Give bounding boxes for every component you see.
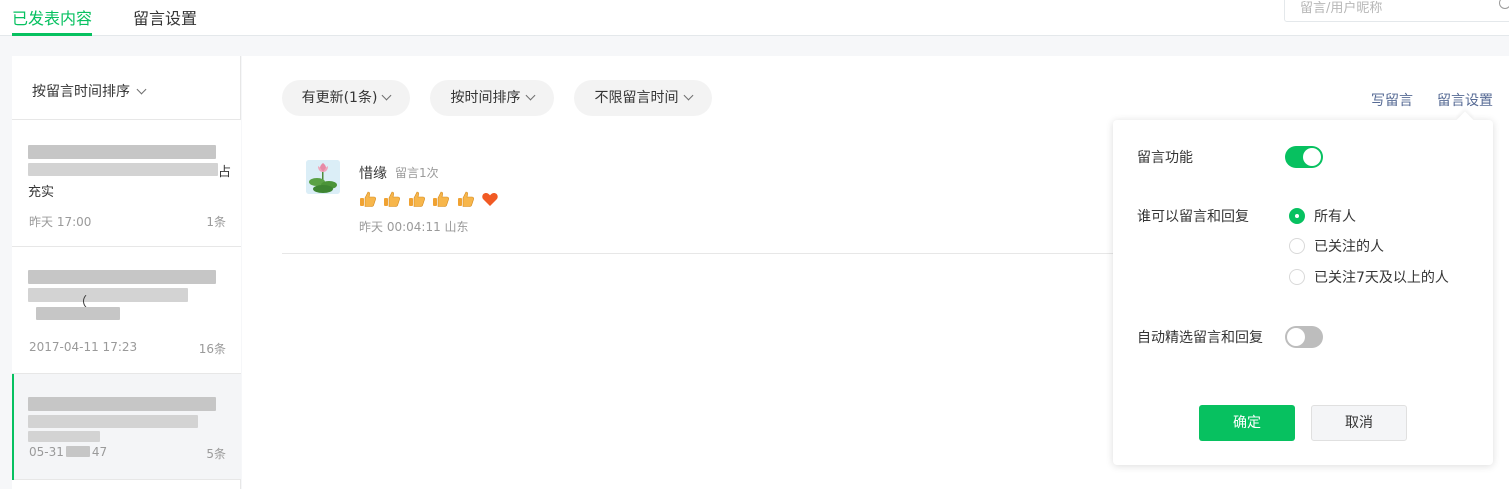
chevron-down-icon	[136, 84, 147, 95]
who-can-comment-label: 谁可以留言和回复	[1137, 209, 1249, 225]
filter-time-dropdown[interactable]: 不限留言时间	[574, 80, 712, 116]
blurred-title	[28, 397, 216, 411]
article-item[interactable]: 占 充实 昨天 17:00 1条	[12, 120, 241, 247]
blurred-title	[28, 270, 216, 284]
article-item[interactable]: （ 2017-04-11 17:23 16条	[12, 247, 241, 374]
cancel-button[interactable]: 取消	[1311, 405, 1407, 441]
comment-feature-label: 留言功能	[1137, 150, 1193, 166]
article-comment-count: 1条	[206, 215, 226, 229]
thumbs-up-icon	[360, 191, 376, 207]
chevron-down-icon	[683, 90, 693, 101]
article-item-active[interactable]: 05-31 47 5条	[12, 374, 241, 480]
article-title-fragment: 占	[218, 165, 232, 180]
article-list: 按留言时间排序 占 充实 昨天 17:00 1条 （ 2017-04-11 17…	[12, 56, 241, 489]
tab-comment-settings[interactable]: 留言设置	[133, 8, 197, 30]
article-comment-count: 16条	[198, 342, 226, 356]
comment-feature-toggle[interactable]	[1285, 146, 1323, 168]
article-comment-count: 5条	[206, 447, 226, 461]
comment-content	[359, 190, 501, 208]
comment-settings-link[interactable]: 留言设置	[1437, 90, 1493, 110]
comment-meta: 昨天 00:04:11 山东	[359, 220, 469, 234]
search-icon[interactable]	[1499, 0, 1509, 9]
filter-updates-dropdown[interactable]: 有更新(1条)	[282, 80, 410, 116]
article-date: 2017-04-11 17:23	[29, 340, 138, 354]
radio-label: 已关注7天及以上的人	[1314, 270, 1449, 286]
blurred-title	[28, 415, 198, 428]
filter-updates-label: 有更新(1条)	[301, 90, 378, 106]
chevron-down-icon	[381, 90, 392, 101]
article-date-visible: 05-31	[29, 445, 64, 459]
article-date: 昨天 17:00	[29, 215, 92, 229]
heart-icon	[482, 193, 498, 206]
filter-sort-dropdown[interactable]: 按时间排序	[430, 80, 554, 116]
auto-select-toggle[interactable]	[1285, 326, 1323, 348]
filter-sort-label: 按时间排序	[450, 90, 521, 106]
lotus-avatar-icon	[306, 160, 340, 194]
avatar[interactable]	[306, 160, 340, 194]
chevron-down-icon	[525, 90, 535, 101]
radio-label: 已关注的人	[1314, 239, 1384, 255]
tab-published-content[interactable]: 已发表内容	[12, 8, 92, 30]
commenter-name[interactable]: 惜缘	[359, 163, 387, 183]
thumbs-up-icon	[433, 191, 450, 207]
blurred-title	[28, 163, 218, 176]
top-nav: 已发表内容 留言设置	[0, 0, 1509, 36]
sort-dropdown-label: 按留言时间排序	[32, 84, 130, 100]
thumbs-up-icon	[384, 191, 401, 207]
blurred-time	[65, 446, 90, 457]
commenter-comment-count: 留言1次	[395, 166, 439, 180]
blurred-title	[28, 431, 100, 442]
radio-label: 所有人	[1314, 209, 1356, 225]
blurred-title	[36, 307, 120, 320]
blurred-title	[28, 145, 216, 159]
comment-settings-popover: 留言功能 谁可以留言和回复 所有人 已关注的人 已关注7天及以上的人 自动精选留…	[1113, 111, 1493, 465]
search-box	[1284, 0, 1509, 22]
radio-dot	[1289, 238, 1305, 254]
thumbs-up-icon	[457, 191, 474, 207]
write-comment-link[interactable]: 写留言	[1371, 90, 1413, 110]
filter-time-label: 不限留言时间	[594, 90, 679, 106]
toggle-knob	[1287, 328, 1305, 346]
radio-dot	[1289, 269, 1305, 285]
radio-dot	[1289, 208, 1305, 224]
article-title-fragment: 充实	[28, 185, 55, 200]
search-input[interactable]	[1300, 1, 1500, 16]
sort-dropdown[interactable]: 按留言时间排序	[12, 56, 241, 120]
confirm-button[interactable]: 确定	[1199, 405, 1295, 441]
toggle-knob	[1303, 148, 1321, 166]
active-indicator	[12, 374, 14, 480]
article-date: 05-31 47	[29, 445, 107, 459]
blurred-title	[28, 288, 188, 302]
auto-select-label: 自动精选留言和回复	[1137, 330, 1263, 346]
article-date-tail: 47	[91, 445, 108, 459]
thumbs-up-icon	[408, 191, 425, 207]
